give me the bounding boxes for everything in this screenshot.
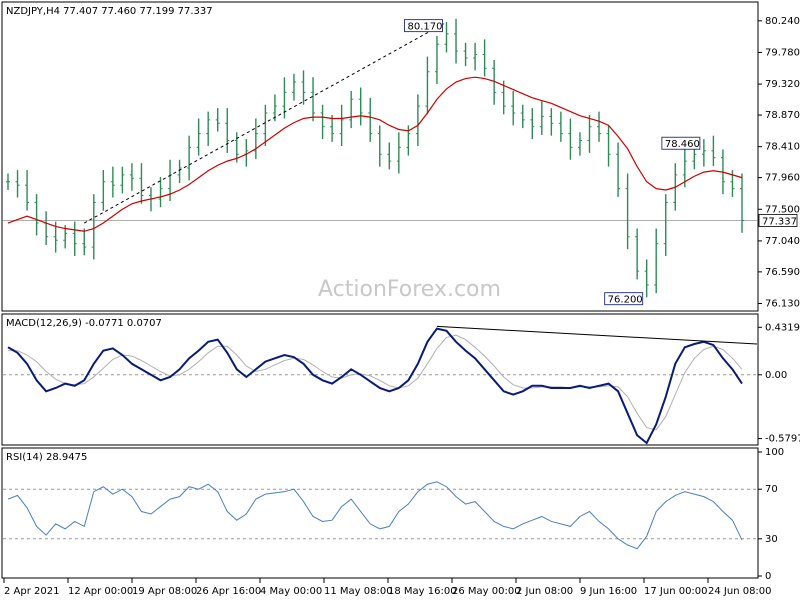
price-ytick-label: 79.780 [765, 47, 800, 58]
x-tick-label: 11 May 08:00 [324, 586, 393, 597]
x-tick-label: 24 Jun 08:00 [708, 586, 772, 597]
x-tick-label: 26 Apr 16:00 [196, 586, 261, 597]
macd-ytick-label: -0.5797 [765, 434, 800, 445]
price-ytick-label: 78.870 [765, 110, 800, 121]
x-tick-label: 26 May 00:00 [452, 586, 521, 597]
x-tick-label: 12 Apr 00:00 [68, 586, 133, 597]
price-ytick-label: 79.320 [765, 79, 800, 90]
price-title: NZDJPY,H4 77.407 77.460 77.199 77.337 [6, 6, 213, 17]
rsi-title: RSI(14) 28.9475 [6, 452, 87, 463]
price-ytick-label: 78.410 [765, 142, 800, 153]
x-tick-label: 19 Apr 08:00 [132, 586, 197, 597]
x-tick-label: 2 Jun 08:00 [516, 586, 573, 597]
x-tick-label: 17 Jun 00:00 [644, 586, 708, 597]
price-ytick-label: 77.960 [765, 173, 800, 184]
price-ytick-label: 76.590 [765, 267, 800, 278]
rsi-panel-frame [1, 447, 759, 579]
price-ytick-label: 76.130 [765, 298, 800, 309]
current-price-label: 77.337 [762, 216, 797, 227]
x-tick-label: 4 May 00:00 [260, 586, 322, 597]
rsi-ytick-label: 0 [765, 571, 771, 582]
watermark: ActionForex.com [318, 277, 501, 302]
x-tick-label: 18 May 16:00 [388, 586, 457, 597]
price-ytick-label: 77.500 [765, 204, 800, 215]
annotation-label: 80.170 [407, 22, 442, 33]
rsi-ytick-label: 30 [765, 534, 778, 545]
macd-ytick-label: 0.00 [765, 370, 787, 381]
macd-title: MACD(12,26,9) -0.0771 0.0707 [6, 318, 162, 329]
x-axis: 2 Apr 2021 12 Apr 00:0019 Apr 08:0026 Apr… [3, 578, 772, 597]
macd-ytick-label: 0.4319 [765, 322, 800, 333]
annotation-label: 78.460 [665, 139, 700, 150]
rsi-ytick-label: 100 [765, 447, 784, 458]
rsi-ytick-label: 70 [765, 484, 778, 495]
annotation-label: 76.200 [608, 295, 643, 306]
x-tick-label: 9 Jun 16:00 [580, 586, 637, 597]
price-ytick-label: 77.040 [765, 236, 800, 247]
price-ytick-label: 80.240 [765, 16, 800, 27]
chart-canvas: ActionForex.com 80.240 79.780 79.320 78.870… [1, 1, 800, 597]
x-tick-label: 2 Apr 2021 [4, 586, 59, 597]
